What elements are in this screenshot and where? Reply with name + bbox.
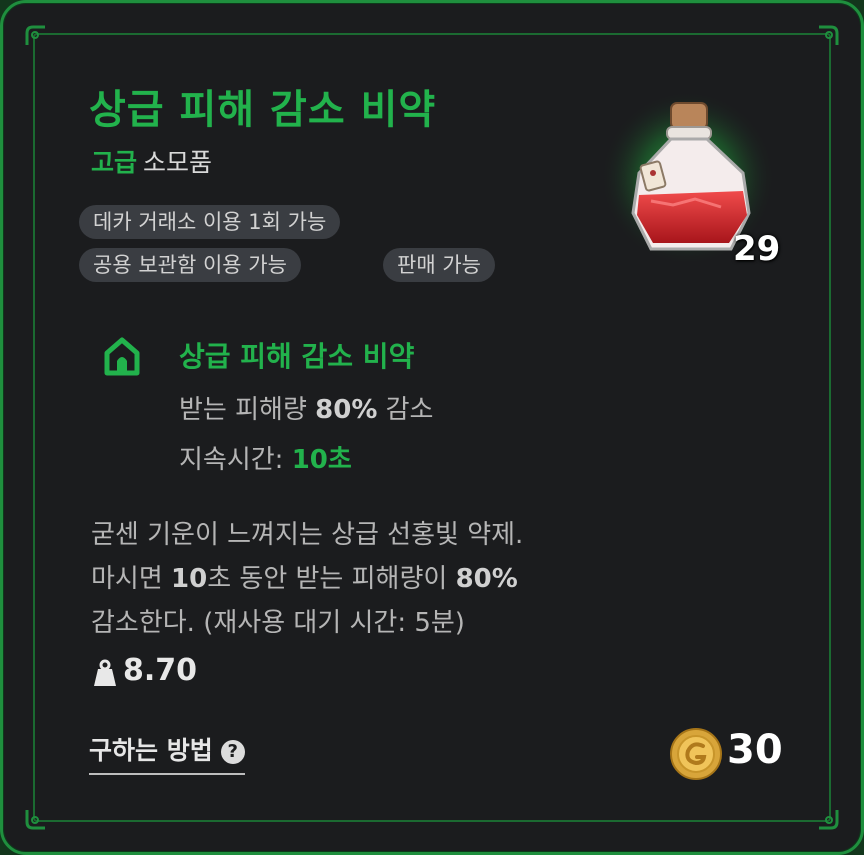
description-line: 마시면 10초 동안 받는 피해량이 80% [91,557,651,601]
corner-ornament-icon [25,808,47,830]
item-tooltip-card: 상급 피해 감소 비약 고급 소모품 데카 거래소 이용 1회 가능 공용 보관함… [0,0,864,855]
tag-storage: 공용 보관함 이용 가능 [79,248,301,282]
weight-icon [93,659,117,687]
corner-ornament-icon [817,25,839,47]
corner-ornament-icon [817,808,839,830]
description-value: 80% [455,564,518,594]
how-to-obtain-link[interactable]: 구하는 방법? [89,731,245,775]
item-name: 상급 피해 감소 비약 [89,87,437,133]
description-line: 굳센 기운이 느껴지는 상급 선홍빛 약제. [91,520,524,550]
tag-sellable: 판매 가능 [383,248,495,282]
description-text: 마시면 [91,564,172,594]
stack-count: 29 [733,229,781,269]
item-subtitle: 고급 소모품 [91,143,212,179]
weight-value: 8.70 [123,653,198,688]
description-text: 초 동안 받는 피해량이 [207,564,456,594]
effect-text: 받는 피해량 [179,395,316,425]
effect-damage-reduction: 받는 피해량 80% 감소 [179,389,433,426]
item-category: 소모품 [143,148,213,177]
effect-value: 80% [315,395,378,425]
description-value: 10 [171,564,208,594]
how-to-obtain-label: 구하는 방법 [89,736,213,765]
effect-duration: 지속시간: 10초 [179,439,352,476]
duration-value: 10초 [291,445,352,475]
corner-ornament-icon [25,25,47,47]
gold-coin-icon [669,727,723,781]
description-line: 감소한다. (재사용 대기 시간: 5분) [91,608,465,638]
effect-text: 감소 [377,395,434,425]
item-price: 30 [727,727,783,773]
question-icon[interactable]: ? [220,740,245,764]
duration-label: 지속시간: [179,445,292,475]
item-description: 굳센 기운이 느껴지는 상급 선홍빛 약제. 마시면 10초 동안 받는 피해량… [91,513,651,645]
effect-name: 상급 피해 감소 비약 [179,340,415,373]
house-icon [103,337,141,377]
tag-trade: 데카 거래소 이용 1회 가능 [79,205,341,239]
item-grade: 고급 [91,148,138,177]
